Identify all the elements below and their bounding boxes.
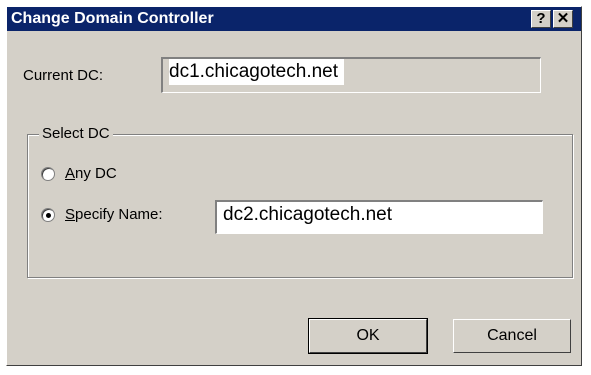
any-dc-radio[interactable] (41, 167, 55, 181)
change-dc-dialog: Change Domain Controller ? ✕ Current DC:… (6, 6, 582, 366)
any-dc-label[interactable]: Any DC (65, 165, 117, 183)
title-bar[interactable]: Change Domain Controller ? ✕ (7, 7, 581, 31)
current-dc-field: dc1.chicagotech.net (161, 57, 541, 93)
help-button[interactable]: ? (531, 10, 551, 28)
select-dc-group-label: Select DC (39, 125, 113, 143)
specify-name-label[interactable]: Specify Name: (65, 206, 163, 224)
current-dc-label: Current DC: (23, 67, 104, 84)
close-button[interactable]: ✕ (553, 10, 573, 28)
specify-name-radio[interactable] (41, 208, 55, 222)
cancel-button[interactable]: Cancel (453, 319, 571, 353)
dialog-title: Change Domain Controller (11, 10, 214, 27)
ok-button[interactable]: OK (308, 318, 428, 354)
specify-name-input[interactable]: dc2.chicagotech.net (215, 200, 543, 234)
radio-selected-dot (46, 213, 51, 218)
current-dc-value: dc1.chicagotech.net (169, 59, 345, 85)
